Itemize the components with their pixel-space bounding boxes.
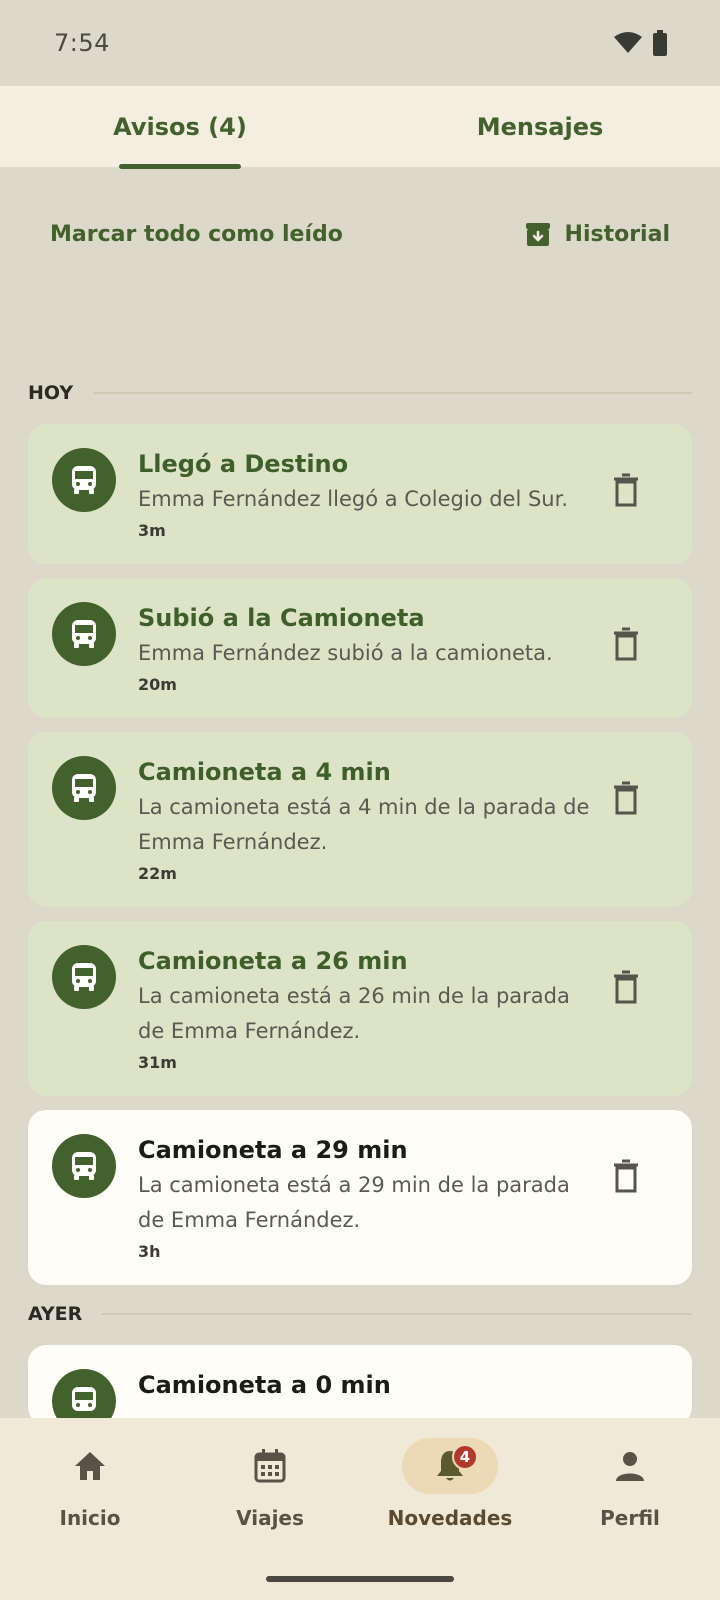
delete-button[interactable] (608, 624, 644, 664)
mark-all-read-button[interactable]: Marcar todo como leído (50, 222, 343, 247)
notification-title: Llegó a Destino (138, 450, 349, 478)
history-label: Historial (564, 221, 670, 247)
section-title: HOY (28, 382, 74, 404)
bus-icon (52, 756, 116, 820)
notification-card[interactable]: Llegó a Destino Emma Fernández llegó a C… (28, 424, 692, 564)
nav-label: Perfil (600, 1506, 660, 1530)
tab-mensajes[interactable]: Mensajes (360, 86, 720, 167)
section-divider (93, 392, 692, 394)
notification-time: 3m (138, 521, 166, 540)
bus-icon (52, 1134, 116, 1198)
nav-label: Viajes (236, 1506, 304, 1530)
actions-row: Marcar todo como leído Historial (0, 168, 720, 300)
bus-icon (52, 1369, 116, 1418)
notification-badge: 4 (452, 1444, 478, 1470)
delete-button[interactable] (608, 470, 644, 510)
notification-text: La camioneta está a 26 min de la parada … (138, 984, 570, 1043)
trash-icon (614, 627, 638, 661)
delete-button[interactable] (608, 778, 644, 818)
notification-card[interactable]: Subió a la Camioneta Emma Fernández subi… (28, 578, 692, 718)
trash-icon (614, 1159, 638, 1193)
nav-label: Novedades (387, 1506, 513, 1530)
section-header-yesterday: AYER (0, 1301, 720, 1327)
nav-item-perfil[interactable]: Perfil (540, 1438, 720, 1600)
notification-text: La camioneta está a 29 min de la parada … (138, 1173, 570, 1232)
notification-text: La camioneta está a 4 min de la parada d… (138, 795, 590, 854)
bus-icon (52, 448, 116, 512)
notification-title: Camioneta a 29 min (138, 1136, 408, 1164)
person-icon (616, 1452, 644, 1481)
section-header-today: HOY (0, 380, 720, 406)
notification-list[interactable]: HOY Llegó a Destino Emma Fernández llegó… (0, 380, 720, 1418)
archive-icon (525, 223, 550, 246)
notification-card[interactable]: Camioneta a 29 min La camioneta está a 2… (28, 1110, 692, 1285)
nav-icon-wrap (42, 1438, 138, 1494)
notification-time: 31m (138, 1053, 177, 1072)
nav-icon-wrap: 4 (402, 1438, 498, 1494)
notification-title: Camioneta a 4 min (138, 758, 391, 786)
nav-icon-wrap (582, 1438, 678, 1494)
trash-icon (614, 970, 638, 1004)
tab-mensajes-label: Mensajes (476, 112, 604, 141)
notification-time: 22m (138, 864, 177, 883)
wifi-icon (614, 32, 642, 53)
trash-icon (614, 473, 638, 507)
nav-item-inicio[interactable]: Inicio (0, 1438, 180, 1600)
section-title: AYER (28, 1303, 83, 1325)
status-time: 7:54 (54, 29, 110, 57)
delete-button[interactable] (608, 967, 644, 1007)
notification-title: Camioneta a 0 min (138, 1371, 391, 1399)
bottom-nav: Inicio Viajes 4 Novedades Perfil (0, 1418, 720, 1600)
notification-time: 20m (138, 675, 177, 694)
trash-icon (614, 781, 638, 815)
home-indicator[interactable] (266, 1576, 454, 1582)
status-icons (614, 30, 668, 56)
notification-card[interactable]: Camioneta a 0 min (28, 1345, 692, 1418)
notification-text: Emma Fernández subió a la camioneta. (138, 641, 553, 665)
tab-bar: Avisos (4) Mensajes (0, 86, 720, 169)
notification-card[interactable]: Camioneta a 4 min La camioneta está a 4 … (28, 732, 692, 907)
tab-avisos[interactable]: Avisos (4) (0, 86, 360, 169)
bus-icon (52, 602, 116, 666)
bus-icon (52, 945, 116, 1009)
nav-icon-wrap (222, 1438, 318, 1494)
notification-title: Camioneta a 26 min (138, 947, 408, 975)
notification-time: 3h (138, 1242, 161, 1261)
calendar-icon (254, 1449, 286, 1483)
battery-icon (653, 30, 667, 56)
status-bar: 7:54 (0, 0, 720, 86)
notification-card[interactable]: Camioneta a 26 min La camioneta está a 2… (28, 921, 692, 1096)
notification-title: Subió a la Camioneta (138, 604, 425, 632)
tab-indicator (119, 164, 241, 169)
tab-avisos-label: Avisos (4) (113, 112, 247, 141)
nav-label: Inicio (59, 1506, 121, 1530)
section-divider (102, 1313, 692, 1315)
history-button[interactable]: Historial (525, 221, 670, 247)
delete-button[interactable] (608, 1156, 644, 1196)
home-icon (75, 1452, 105, 1480)
notification-text: Emma Fernández llegó a Colegio del Sur. (138, 487, 568, 511)
